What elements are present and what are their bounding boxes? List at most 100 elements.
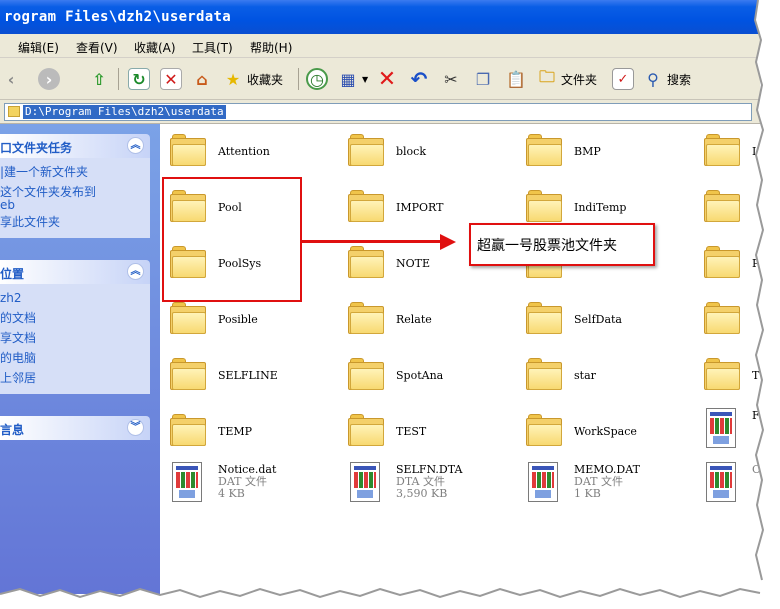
folder-item[interactable]: WorkSpace bbox=[516, 408, 694, 458]
menu-favorites[interactable]: 收藏(A) bbox=[134, 39, 176, 56]
collapse-chevron-icon[interactable]: ︽ bbox=[127, 263, 144, 280]
folder-icon bbox=[704, 246, 740, 278]
up-folder-button[interactable]: ⇧ bbox=[88, 66, 110, 92]
folders-button[interactable]: 🗀 文件夹 bbox=[536, 66, 597, 92]
search-label: 搜索 bbox=[667, 72, 692, 87]
title-bar[interactable]: rogram Files\dzh2\userdata bbox=[0, 0, 760, 34]
file-item[interactable]: MEMO.DAT DAT 文件 1 KB bbox=[516, 462, 694, 512]
file-item[interactable]: F bbox=[694, 408, 760, 458]
properties-button[interactable]: ✓ bbox=[612, 66, 634, 92]
delete-button[interactable]: ✕ bbox=[376, 66, 398, 92]
refresh-icon: ↻ bbox=[128, 68, 150, 90]
details-header[interactable]: 言息 ︾ bbox=[0, 416, 150, 440]
expand-chevron-icon[interactable]: ︾ bbox=[127, 419, 144, 436]
details-panel: 言息 ︾ bbox=[0, 416, 150, 440]
back-button[interactable]: ‹ bbox=[0, 66, 22, 92]
data-file-icon bbox=[172, 462, 202, 502]
forward-button[interactable]: › bbox=[38, 66, 60, 92]
annotation-callout: 超赢一号股票池文件夹 bbox=[469, 223, 655, 266]
place-network[interactable]: 上邻居 bbox=[0, 368, 150, 388]
folder-tasks-title: 口文件夹任务 bbox=[0, 141, 73, 155]
item-name: TEMP bbox=[218, 425, 253, 438]
paste-button[interactable]: 📋 bbox=[505, 66, 527, 92]
folder-item[interactable]: P bbox=[694, 240, 760, 290]
details-title: 言息 bbox=[0, 423, 25, 437]
address-bar: D:\Program Files\dzh2\userdata bbox=[0, 100, 760, 124]
copy-button[interactable]: ❐ bbox=[472, 66, 494, 92]
menu-help[interactable]: 帮助(H) bbox=[250, 39, 292, 56]
folder-icon bbox=[348, 302, 384, 334]
favorites-label: 收藏夹 bbox=[247, 72, 284, 87]
folder-item[interactable]: TEST bbox=[338, 408, 516, 458]
data-file-icon bbox=[350, 462, 380, 502]
explorer-window: rogram Files\dzh2\userdata 编辑(E) 查看(V) 收… bbox=[0, 0, 760, 594]
item-name: Attention bbox=[218, 145, 270, 158]
folder-item[interactable]: T bbox=[694, 352, 760, 402]
menu-bar: 编辑(E) 查看(V) 收藏(A) 工具(T) 帮助(H) bbox=[0, 34, 760, 58]
place-my-computer[interactable]: 的电脑 bbox=[0, 348, 150, 368]
folder-icon bbox=[170, 358, 206, 390]
history-button[interactable]: ◷ bbox=[306, 66, 328, 92]
standard-toolbar: ‹ › ⇧ ↻ ✕ ⌂ ★ 收藏夹 ◷ ▦ ▼ ✕ ↶ ✂ ❐ 📋 🗀 文件夹 ✓ ⚲… bbox=[0, 58, 760, 100]
copy-icon: ❐ bbox=[475, 69, 491, 89]
folder-item[interactable]: Posible bbox=[160, 296, 338, 346]
forward-arrow-icon: › bbox=[38, 68, 60, 90]
folder-tasks-panel: 口文件夹任务 ︽ |建一个新文件夹 这个文件夹发布到 eb 享此文件夹 bbox=[0, 134, 150, 238]
window-title: rogram Files\dzh2\userdata bbox=[4, 9, 231, 25]
folder-item[interactable] bbox=[694, 296, 760, 346]
place-shared-documents[interactable]: 享文档 bbox=[0, 328, 150, 348]
home-button[interactable]: ⌂ bbox=[191, 66, 213, 92]
task-new-folder[interactable]: |建一个新文件夹 bbox=[0, 162, 150, 182]
folder-icon bbox=[704, 358, 740, 390]
other-places-header[interactable]: 位置 ︽ bbox=[0, 260, 150, 284]
cut-button[interactable]: ✂ bbox=[440, 66, 462, 92]
item-name: SelfData bbox=[574, 313, 622, 326]
folder-item[interactable] bbox=[694, 184, 760, 234]
favorites-button[interactable]: ★ 收藏夹 bbox=[222, 66, 283, 92]
folder-item[interactable]: Attention bbox=[160, 128, 338, 178]
address-input[interactable]: D:\Program Files\dzh2\userdata bbox=[4, 103, 752, 121]
folder-icon bbox=[170, 414, 206, 446]
refresh-button[interactable]: ↻ bbox=[128, 66, 150, 92]
collapse-chevron-icon[interactable]: ︽ bbox=[127, 137, 144, 154]
menu-tools[interactable]: 工具(T) bbox=[192, 39, 233, 56]
star-icon: ★ bbox=[225, 69, 241, 89]
file-item[interactable]: C bbox=[694, 462, 760, 512]
history-icon: ◷ bbox=[306, 68, 328, 90]
folder-icon bbox=[526, 134, 562, 166]
folders-label: 文件夹 bbox=[561, 72, 598, 87]
folder-icon bbox=[8, 106, 20, 117]
properties-check-icon: ✓ bbox=[612, 68, 634, 90]
item-name: Relate bbox=[396, 313, 432, 326]
views-button[interactable]: ▦ ▼ bbox=[337, 66, 368, 92]
paste-icon: 📋 bbox=[506, 69, 526, 89]
folder-item[interactable]: I bbox=[694, 128, 760, 178]
item-name: WorkSpace bbox=[574, 425, 637, 438]
highlight-box bbox=[162, 177, 302, 302]
stop-button[interactable]: ✕ bbox=[160, 66, 182, 92]
undo-button[interactable]: ↶ bbox=[408, 66, 430, 92]
folder-icon bbox=[526, 190, 562, 222]
menu-view[interactable]: 查看(V) bbox=[76, 39, 118, 56]
folder-tasks-header[interactable]: 口文件夹任务 ︽ bbox=[0, 134, 150, 158]
file-item[interactable]: SELFN.DTA DTA 文件 3,590 KB bbox=[338, 462, 516, 512]
folder-item[interactable]: SpotAna bbox=[338, 352, 516, 402]
folder-item[interactable]: Relate bbox=[338, 296, 516, 346]
place-dzh2[interactable]: zh2 bbox=[0, 288, 150, 308]
folder-item[interactable]: BMP bbox=[516, 128, 694, 178]
menu-edit[interactable]: 编辑(E) bbox=[18, 39, 59, 56]
folder-item[interactable]: SELFLINE bbox=[160, 352, 338, 402]
folder-item[interactable]: block bbox=[338, 128, 516, 178]
item-name: Posible bbox=[218, 313, 258, 326]
item-name: SELFLINE bbox=[218, 369, 278, 382]
folder-item[interactable]: TEMP bbox=[160, 408, 338, 458]
task-share-folder[interactable]: 享此文件夹 bbox=[0, 212, 150, 232]
home-icon: ⌂ bbox=[196, 69, 208, 89]
search-button[interactable]: ⚲ 搜索 bbox=[642, 66, 691, 92]
task-pane: 口文件夹任务 ︽ |建一个新文件夹 这个文件夹发布到 eb 享此文件夹 位置 ︽… bbox=[0, 124, 160, 594]
folder-item[interactable]: SelfData bbox=[516, 296, 694, 346]
place-my-documents[interactable]: 的文档 bbox=[0, 308, 150, 328]
folder-item[interactable]: star bbox=[516, 352, 694, 402]
address-value: D:\Program Files\dzh2\userdata bbox=[23, 105, 226, 119]
file-item[interactable]: Notice.dat DAT 文件 4 KB bbox=[160, 462, 338, 512]
